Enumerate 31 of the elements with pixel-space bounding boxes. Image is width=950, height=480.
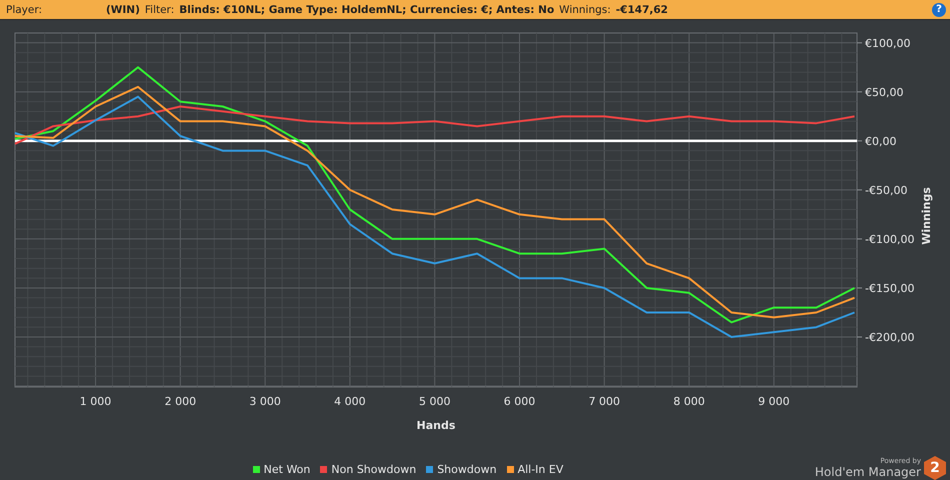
y-tick-label: -€150,00: [865, 282, 914, 295]
y-tick-label: €50,00: [865, 86, 904, 99]
y-tick-label: -€100,00: [865, 232, 914, 246]
x-tick-label: 7 000: [588, 395, 620, 408]
legend-label: Net Won: [264, 463, 310, 476]
winnings-label: Winnings:: [559, 4, 611, 16]
legend-label: Showdown: [437, 463, 497, 476]
y-tick-label: -€50,00: [865, 184, 908, 197]
brand-name: Hold'em Manager: [814, 465, 921, 479]
player-value: (WIN): [106, 4, 140, 16]
x-tick-label: 8 000: [673, 395, 705, 408]
legend-label: Non Showdown: [331, 463, 416, 476]
player-label: Player:: [6, 4, 44, 16]
x-tick-label: 5 000: [418, 395, 450, 408]
help-button[interactable]: ?: [932, 2, 946, 16]
x-tick-label: 9 000: [758, 395, 790, 408]
filter-value: Blinds: €10NL; Game Type: HoldemNL; Currencies: €; Antes: No: [179, 4, 554, 16]
y-tick-label: €100,00: [865, 36, 910, 50]
y-tick-label: €0,00: [865, 134, 896, 148]
x-axis-title: Hands: [416, 419, 456, 432]
filter-label: Filter:: [144, 4, 174, 16]
x-tick-label: 2 000: [164, 395, 196, 408]
x-tick-label: 3 000: [249, 395, 281, 408]
x-tick-label: 4 000: [334, 395, 366, 408]
y-tick-label: -€200,00: [865, 331, 914, 344]
winnings-value: -€147,62: [616, 4, 668, 16]
x-tick-label: 1 000: [80, 395, 112, 408]
brand-logo: 2: [924, 456, 946, 480]
x-tick-label: 6 000: [504, 395, 536, 408]
y-axis-title: Winnings: [920, 187, 933, 245]
legend-label: All-In EV: [518, 463, 564, 476]
